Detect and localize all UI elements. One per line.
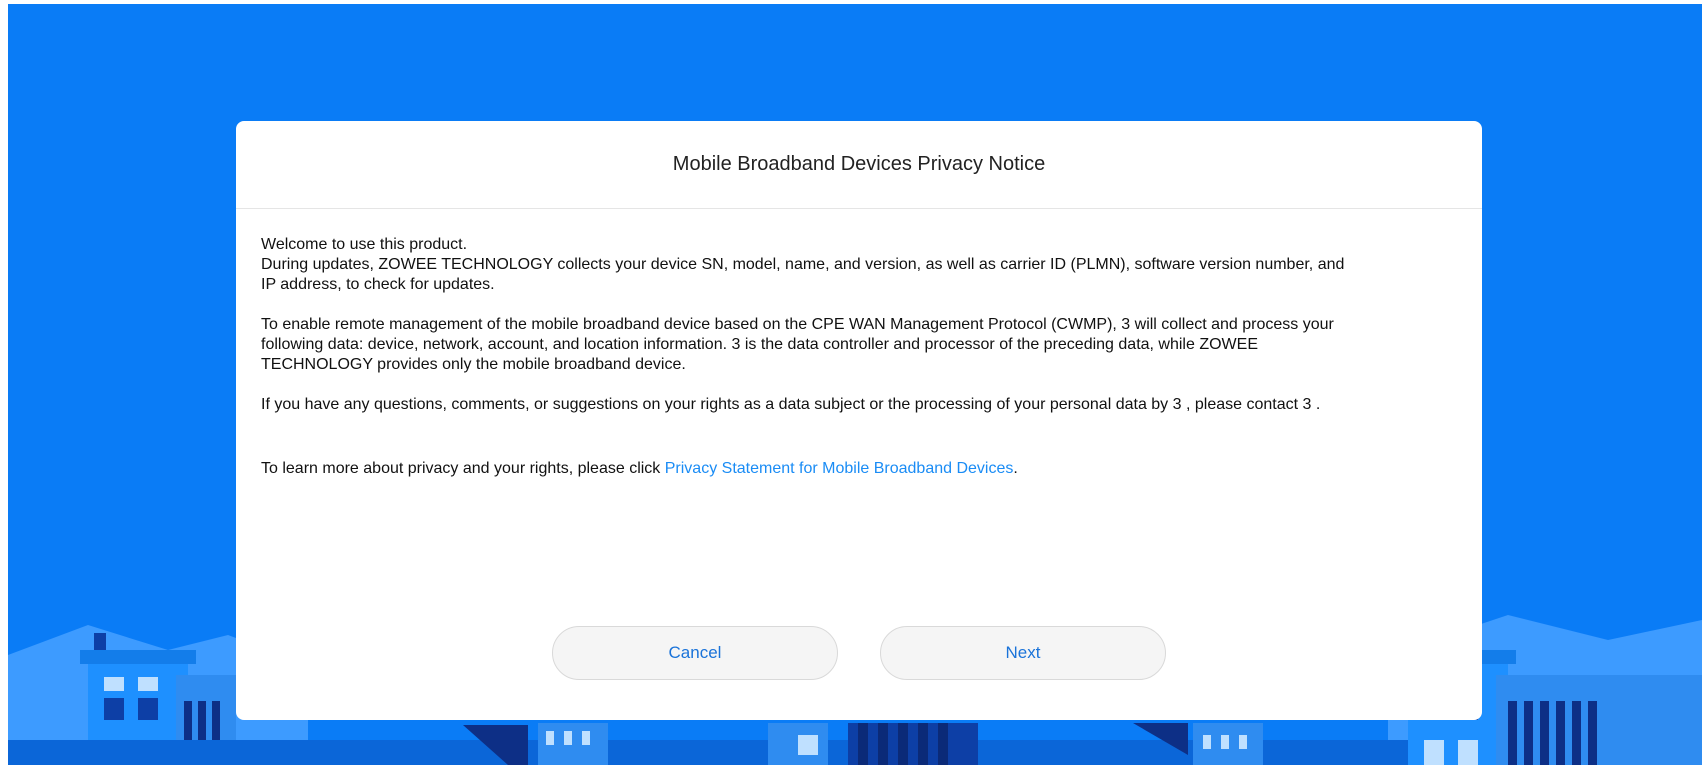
cwmp-text-line2: following data: device, network, account… xyxy=(261,336,1258,353)
dialog-body: Welcome to use this product. During upda… xyxy=(236,209,1482,479)
background-frame: Mobile Broadband Devices Privacy Notice … xyxy=(8,4,1702,765)
learn-more-suffix: . xyxy=(1013,460,1018,477)
contact-text: If you have any questions, comments, or … xyxy=(261,396,1321,413)
privacy-statement-link[interactable]: Privacy Statement for Mobile Broadband D… xyxy=(665,460,1014,477)
dialog-buttons: Cancel Next xyxy=(236,626,1482,680)
updates-text-line2: IP address, to check for updates. xyxy=(261,276,495,293)
dialog-header: Mobile Broadband Devices Privacy Notice xyxy=(236,121,1482,209)
dialog-title: Mobile Broadband Devices Privacy Notice xyxy=(672,153,1046,175)
learn-more-text: To learn more about privacy and your rig… xyxy=(261,459,1458,479)
cwmp-text-line1: To enable remote management of the mobil… xyxy=(261,316,1334,333)
privacy-notice-dialog: Mobile Broadband Devices Privacy Notice … xyxy=(236,121,1482,720)
updates-text-line1: During updates, ZOWEE TECHNOLOGY collect… xyxy=(261,256,1345,273)
next-button[interactable]: Next xyxy=(880,626,1166,680)
cancel-button[interactable]: Cancel xyxy=(552,626,838,680)
welcome-text: Welcome to use this product. xyxy=(261,236,468,253)
learn-more-prefix: To learn more about privacy and your rig… xyxy=(261,460,665,477)
cwmp-text-line3: TECHNOLOGY provides only the mobile broa… xyxy=(261,356,686,373)
